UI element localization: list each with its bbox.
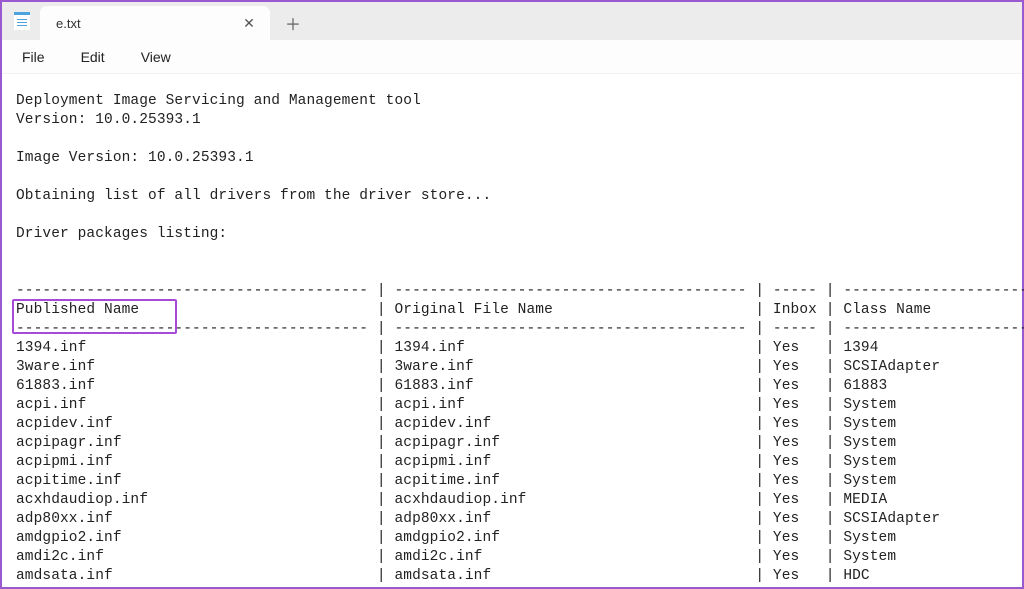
table-separator: ----------------------------------------… [16, 321, 1024, 337]
text-content[interactable]: Deployment Image Servicing and Managemen… [2, 74, 1022, 586]
titlebar: e.txt ✕ ＋ [2, 2, 1022, 40]
header-imgversion: Image Version: 10.0.25393.1 [16, 150, 254, 166]
new-tab-button[interactable]: ＋ [276, 6, 310, 40]
header-obtaining: Obtaining list of all drivers from the d… [16, 188, 491, 204]
header-listing: Driver packages listing: [16, 226, 227, 242]
menu-file[interactable]: File [16, 45, 51, 69]
table-header: Published Name | Original File Name | In… [16, 302, 1024, 318]
tab-title: e.txt [56, 16, 238, 31]
header-version: Version: 10.0.25393.1 [16, 112, 201, 128]
menubar: File Edit View [2, 40, 1022, 74]
close-icon[interactable]: ✕ [238, 12, 260, 34]
menu-view[interactable]: View [135, 45, 177, 69]
notepad-icon [14, 12, 30, 30]
tab-active[interactable]: e.txt ✕ [40, 6, 270, 40]
table-separator: ----------------------------------------… [16, 283, 1024, 299]
header-tool: Deployment Image Servicing and Managemen… [16, 93, 421, 109]
menu-edit[interactable]: Edit [75, 45, 111, 69]
table-body: 1394.inf | 1394.inf | Yes | 1394 3ware.i… [16, 340, 1024, 584]
